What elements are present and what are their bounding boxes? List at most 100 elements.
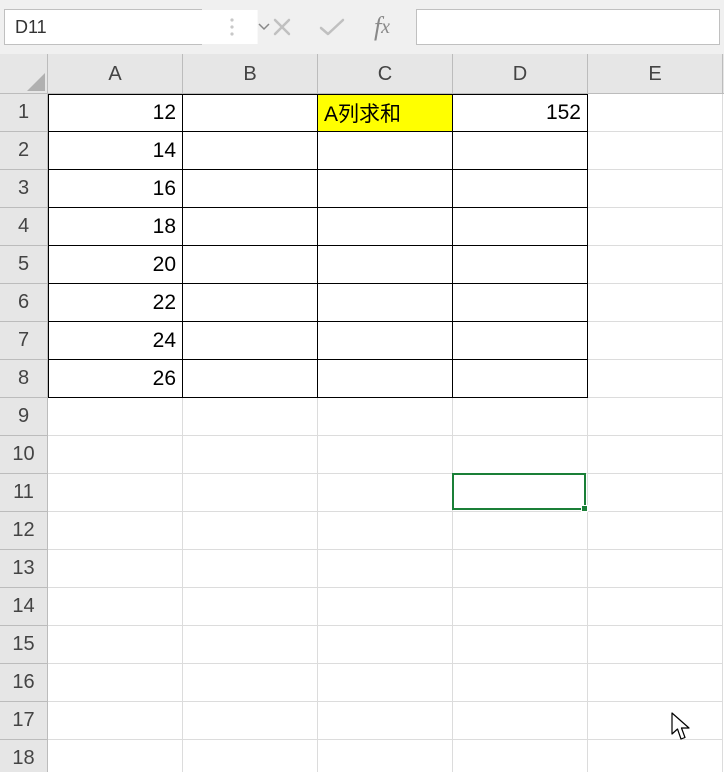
cell-A9[interactable]	[48, 398, 183, 436]
cell-B3[interactable]	[183, 170, 318, 208]
cell-C14[interactable]	[318, 588, 453, 626]
cell-E12[interactable]	[588, 512, 723, 550]
cell-B1[interactable]	[183, 94, 318, 132]
cell-B14[interactable]	[183, 588, 318, 626]
cell-A2[interactable]: 14	[48, 132, 183, 170]
row-header-8[interactable]: 8	[0, 360, 47, 398]
cell-C7[interactable]	[318, 322, 453, 360]
row-header-9[interactable]: 9	[0, 398, 47, 436]
cell-E17[interactable]	[588, 702, 723, 740]
cell-E16[interactable]	[588, 664, 723, 702]
cell-B12[interactable]	[183, 512, 318, 550]
cell-E8[interactable]	[588, 360, 723, 398]
cell-A12[interactable]	[48, 512, 183, 550]
row-header-4[interactable]: 4	[0, 208, 47, 246]
row-header-6[interactable]: 6	[0, 284, 47, 322]
cell-E13[interactable]	[588, 550, 723, 588]
cell-A14[interactable]	[48, 588, 183, 626]
cell-C12[interactable]	[318, 512, 453, 550]
cell-E5[interactable]	[588, 246, 723, 284]
col-header-B[interactable]: B	[183, 54, 318, 94]
cell-A17[interactable]	[48, 702, 183, 740]
cell-D18[interactable]	[453, 740, 588, 772]
cell-C16[interactable]	[318, 664, 453, 702]
cell-E6[interactable]	[588, 284, 723, 322]
cell-E7[interactable]	[588, 322, 723, 360]
cell-C15[interactable]	[318, 626, 453, 664]
cell-D6[interactable]	[453, 284, 588, 322]
cell-D12[interactable]	[453, 512, 588, 550]
cell-D7[interactable]	[453, 322, 588, 360]
cell-B5[interactable]	[183, 246, 318, 284]
cell-A8[interactable]: 26	[48, 360, 183, 398]
cell-A18[interactable]	[48, 740, 183, 772]
cell-B15[interactable]	[183, 626, 318, 664]
cell-E18[interactable]	[588, 740, 723, 772]
cell-A16[interactable]	[48, 664, 183, 702]
cell-C4[interactable]	[318, 208, 453, 246]
row-header-1[interactable]: 1	[0, 94, 47, 132]
row-header-15[interactable]: 15	[0, 626, 47, 664]
cell-D15[interactable]	[453, 626, 588, 664]
cell-D17[interactable]	[453, 702, 588, 740]
row-header-5[interactable]: 5	[0, 246, 47, 284]
cell-D1[interactable]: 152	[453, 94, 588, 132]
cell-B16[interactable]	[183, 664, 318, 702]
cell-C18[interactable]	[318, 740, 453, 772]
row-header-16[interactable]: 16	[0, 664, 47, 702]
row-header-14[interactable]: 14	[0, 588, 47, 626]
cell-A10[interactable]	[48, 436, 183, 474]
select-all-corner[interactable]	[0, 54, 48, 94]
cell-E4[interactable]	[588, 208, 723, 246]
cell-C3[interactable]	[318, 170, 453, 208]
cell-D3[interactable]	[453, 170, 588, 208]
cell-C6[interactable]	[318, 284, 453, 322]
cell-E2[interactable]	[588, 132, 723, 170]
cell-B18[interactable]	[183, 740, 318, 772]
cell-B6[interactable]	[183, 284, 318, 322]
cell-E14[interactable]	[588, 588, 723, 626]
row-header-18[interactable]: 18	[0, 740, 47, 772]
cell-C2[interactable]	[318, 132, 453, 170]
cell-A1[interactable]: 12	[48, 94, 183, 132]
cell-E9[interactable]	[588, 398, 723, 436]
cell-E3[interactable]	[588, 170, 723, 208]
col-header-D[interactable]: D	[453, 54, 588, 94]
cell-C17[interactable]	[318, 702, 453, 740]
row-header-17[interactable]: 17	[0, 702, 47, 740]
cell-C11[interactable]	[318, 474, 453, 512]
col-header-A[interactable]: A	[48, 54, 183, 94]
cell-B10[interactable]	[183, 436, 318, 474]
cell-D13[interactable]	[453, 550, 588, 588]
fx-button[interactable]: fx	[362, 7, 402, 47]
cell-B7[interactable]	[183, 322, 318, 360]
cell-D11[interactable]	[453, 474, 588, 512]
cell-C1[interactable]: A列求和	[318, 94, 453, 132]
cell-E15[interactable]	[588, 626, 723, 664]
cell-E1[interactable]	[588, 94, 723, 132]
cell-A13[interactable]	[48, 550, 183, 588]
cell-C10[interactable]	[318, 436, 453, 474]
cell-D5[interactable]	[453, 246, 588, 284]
cell-B17[interactable]	[183, 702, 318, 740]
formula-input[interactable]	[416, 9, 720, 45]
cell-B11[interactable]	[183, 474, 318, 512]
row-header-12[interactable]: 12	[0, 512, 47, 550]
cell-A3[interactable]: 16	[48, 170, 183, 208]
cell-C13[interactable]	[318, 550, 453, 588]
cell-B2[interactable]	[183, 132, 318, 170]
cell-E10[interactable]	[588, 436, 723, 474]
cell-A15[interactable]	[48, 626, 183, 664]
cell-D4[interactable]	[453, 208, 588, 246]
cell-B13[interactable]	[183, 550, 318, 588]
row-header-13[interactable]: 13	[0, 550, 47, 588]
cell-D8[interactable]	[453, 360, 588, 398]
cell-E11[interactable]	[588, 474, 723, 512]
row-header-10[interactable]: 10	[0, 436, 47, 474]
row-header-2[interactable]: 2	[0, 132, 47, 170]
cell-C5[interactable]	[318, 246, 453, 284]
cell-B8[interactable]	[183, 360, 318, 398]
col-header-C[interactable]: C	[318, 54, 453, 94]
cell-C8[interactable]	[318, 360, 453, 398]
cell-A4[interactable]: 18	[48, 208, 183, 246]
